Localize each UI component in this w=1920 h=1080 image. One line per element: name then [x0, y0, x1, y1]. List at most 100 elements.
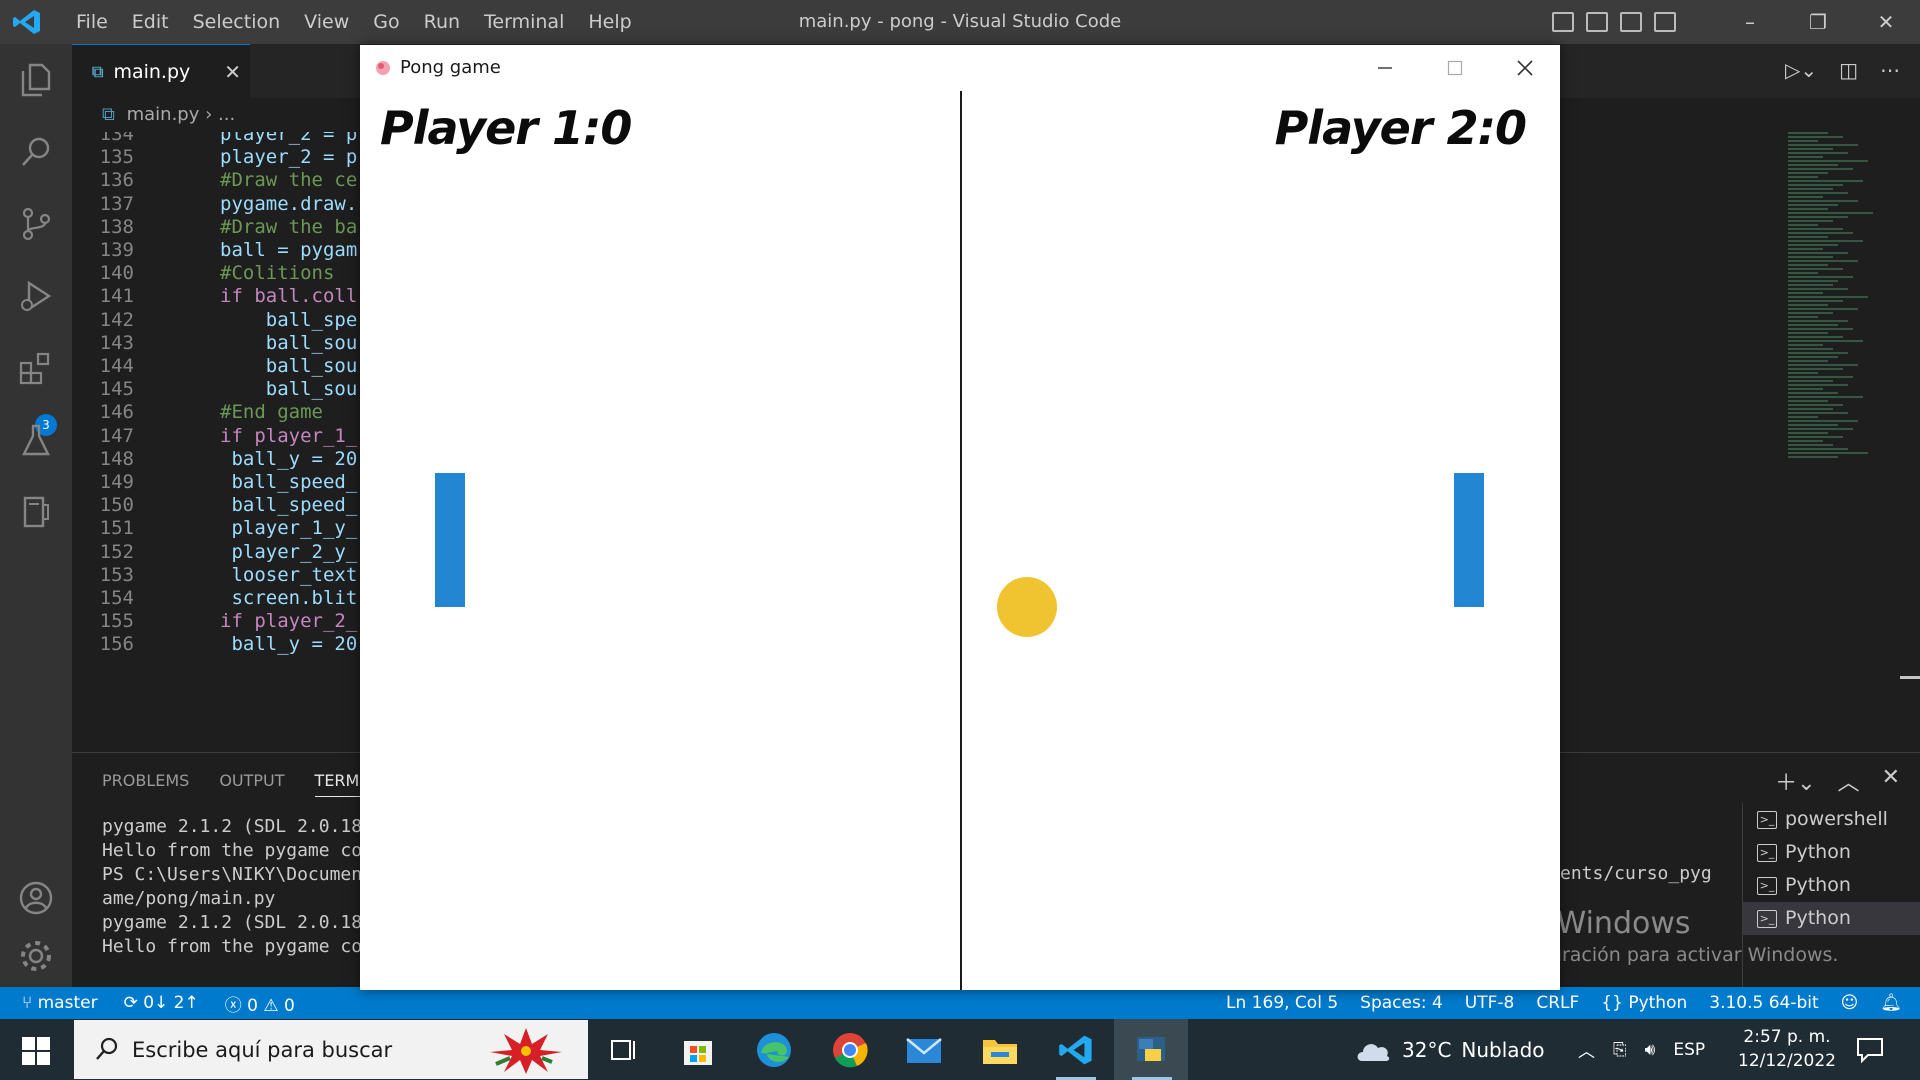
windows-start-icon[interactable]	[22, 1037, 50, 1065]
indentation[interactable]: Spaces: 4	[1360, 993, 1443, 1013]
minimap-line	[1788, 452, 1868, 454]
feedback-icon[interactable]: ☺	[1841, 993, 1859, 1013]
sync-icon: ⟳	[123, 993, 144, 1013]
run-debug-icon[interactable]	[16, 276, 56, 316]
pong-minimize-button[interactable]	[1350, 45, 1420, 91]
testing-flask-icon[interactable]	[16, 420, 56, 460]
menu-file[interactable]: File	[64, 11, 120, 33]
accounts-icon[interactable]	[16, 878, 56, 918]
minimize-window-button[interactable]: –	[1716, 0, 1784, 44]
terminal-line: ame/pong/main.py	[102, 888, 276, 909]
error-icon: ⓧ	[224, 995, 248, 1016]
minimap-line	[1788, 428, 1853, 430]
problems-indicator[interactable]: ⓧ 0 ⚠ 0	[225, 991, 295, 1016]
python-file-icon: ⧉	[92, 61, 104, 81]
extensions-icon[interactable]	[16, 348, 56, 388]
minimap-line	[1788, 172, 1828, 174]
close-tab-icon[interactable]: ✕	[224, 60, 241, 84]
restore-window-button[interactable]: ❐	[1784, 0, 1852, 44]
warning-count: 0	[284, 995, 295, 1016]
cloud-icon	[1357, 1044, 1390, 1061]
player-1-score: Player 1:0	[380, 101, 632, 155]
toggle-secondary-sidebar-icon[interactable]	[1620, 12, 1642, 32]
terminal-item[interactable]: >_ powershell	[1743, 803, 1920, 836]
minimap-line	[1788, 288, 1848, 290]
mail-icon[interactable]	[902, 1028, 946, 1072]
python-pygame-taskbar-icon[interactable]	[1130, 1028, 1174, 1072]
branch-indicator[interactable]: ⑂ master	[22, 993, 98, 1013]
minimap-line	[1788, 436, 1843, 438]
minimap-line	[1788, 396, 1863, 398]
minimap-line	[1788, 136, 1843, 138]
chrome-browser-icon[interactable]	[828, 1028, 872, 1072]
task-view-icon[interactable]	[602, 1028, 646, 1072]
scrollbar-marker[interactable]	[1900, 676, 1920, 679]
maximize-panel-icon[interactable]: ︿	[1838, 765, 1860, 797]
pong-close-button[interactable]	[1490, 45, 1560, 91]
edge-browser-icon[interactable]	[752, 1028, 796, 1072]
close-panel-icon[interactable]: ✕	[1882, 765, 1900, 797]
split-editor-icon[interactable]: ◫	[1839, 58, 1858, 82]
settings-gear-icon[interactable]	[16, 936, 56, 976]
cursor-position[interactable]: Ln 169, Col 5	[1226, 993, 1338, 1013]
tab-main-py[interactable]: ⧉ main.py ✕	[72, 44, 250, 98]
source-control-icon[interactable]	[16, 204, 56, 244]
activity-bar: 3	[0, 44, 72, 987]
close-window-button[interactable]: ✕	[1852, 0, 1920, 44]
minimap-line	[1788, 392, 1838, 394]
file-explorer-icon[interactable]	[978, 1028, 1022, 1072]
language-mode[interactable]: {} Python	[1601, 993, 1687, 1013]
terminal-item-label: Python	[1785, 841, 1851, 863]
explorer-icon[interactable]	[16, 60, 56, 100]
input-language[interactable]: ESP	[1673, 1040, 1705, 1060]
menu-selection[interactable]: Selection	[181, 11, 293, 33]
more-actions-icon[interactable]: ⋯	[1880, 58, 1900, 82]
menu-go[interactable]: Go	[361, 11, 411, 33]
line-ending[interactable]: CRLF	[1536, 993, 1579, 1013]
minimap-line	[1788, 152, 1848, 154]
clock[interactable]: 2:57 p. m. 12/12/2022	[1738, 1025, 1836, 1073]
new-terminal-icon[interactable]: ＋⌄	[1775, 765, 1815, 797]
breadcrumb-file[interactable]: main.py	[127, 104, 200, 125]
minimap-line	[1788, 280, 1838, 282]
taskbar-search-box[interactable]: Escribe aquí para buscar	[74, 1020, 588, 1079]
terminal-item[interactable]: >_ Python	[1743, 836, 1920, 869]
action-center-icon[interactable]	[1856, 1037, 1884, 1067]
minimap-line	[1788, 164, 1838, 166]
python-interpreter[interactable]: 3.10.5 64-bit	[1709, 993, 1818, 1013]
menu-terminal[interactable]: Terminal	[472, 11, 576, 33]
show-hidden-icons-chevron-icon[interactable]: ︿	[1578, 1037, 1595, 1062]
toggle-primary-sidebar-icon[interactable]	[1552, 12, 1574, 32]
tab-output[interactable]: OUTPUT	[219, 771, 284, 797]
minimap[interactable]	[1788, 132, 1898, 472]
menu-help[interactable]: Help	[576, 11, 643, 33]
search-icon[interactable]	[16, 132, 56, 172]
customize-layout-icon[interactable]	[1654, 12, 1676, 32]
terminal-output[interactable]: pygame 2.1.2 (SDL 2.0.18 Hello from the p…	[102, 815, 362, 959]
center-line	[960, 91, 962, 990]
minimap-line	[1788, 360, 1828, 362]
encoding[interactable]: UTF-8	[1465, 993, 1515, 1013]
vscode-taskbar-icon[interactable]	[1054, 1028, 1098, 1072]
menu-run[interactable]: Run	[412, 11, 472, 33]
notifications-bell-icon[interactable]: 🔔︎	[1880, 993, 1902, 1013]
weather-widget[interactable]: 32°C Nublado	[1354, 1037, 1545, 1063]
sync-indicator[interactable]: ⟳ 0↓ 2↑	[124, 993, 199, 1013]
microsoft-store-icon[interactable]	[676, 1028, 720, 1072]
breadcrumb-symbol[interactable]: ...	[218, 104, 235, 125]
tab-problems[interactable]: PROBLEMS	[102, 771, 189, 797]
remote-explorer-icon[interactable]	[16, 492, 56, 532]
menu-view[interactable]: View	[292, 11, 361, 33]
terminal-output-path: ents/curso_pyg	[1560, 863, 1712, 884]
terminal-item-label: Python	[1785, 874, 1851, 896]
menu-edit[interactable]: Edit	[120, 11, 181, 33]
volume-icon[interactable]: 🔊︎	[1645, 1040, 1656, 1060]
toggle-panel-icon[interactable]	[1586, 12, 1608, 32]
minimap-line	[1788, 336, 1843, 338]
terminal-item[interactable]: >_ Python	[1743, 902, 1920, 935]
terminal-item[interactable]: >_ Python	[1743, 869, 1920, 902]
run-python-file-icon[interactable]: ▷⌄	[1785, 58, 1817, 82]
pong-maximize-button[interactable]	[1420, 45, 1490, 91]
device-icon[interactable]: ⎘	[1613, 1040, 1627, 1060]
terminal-icon: >_	[1757, 876, 1777, 895]
